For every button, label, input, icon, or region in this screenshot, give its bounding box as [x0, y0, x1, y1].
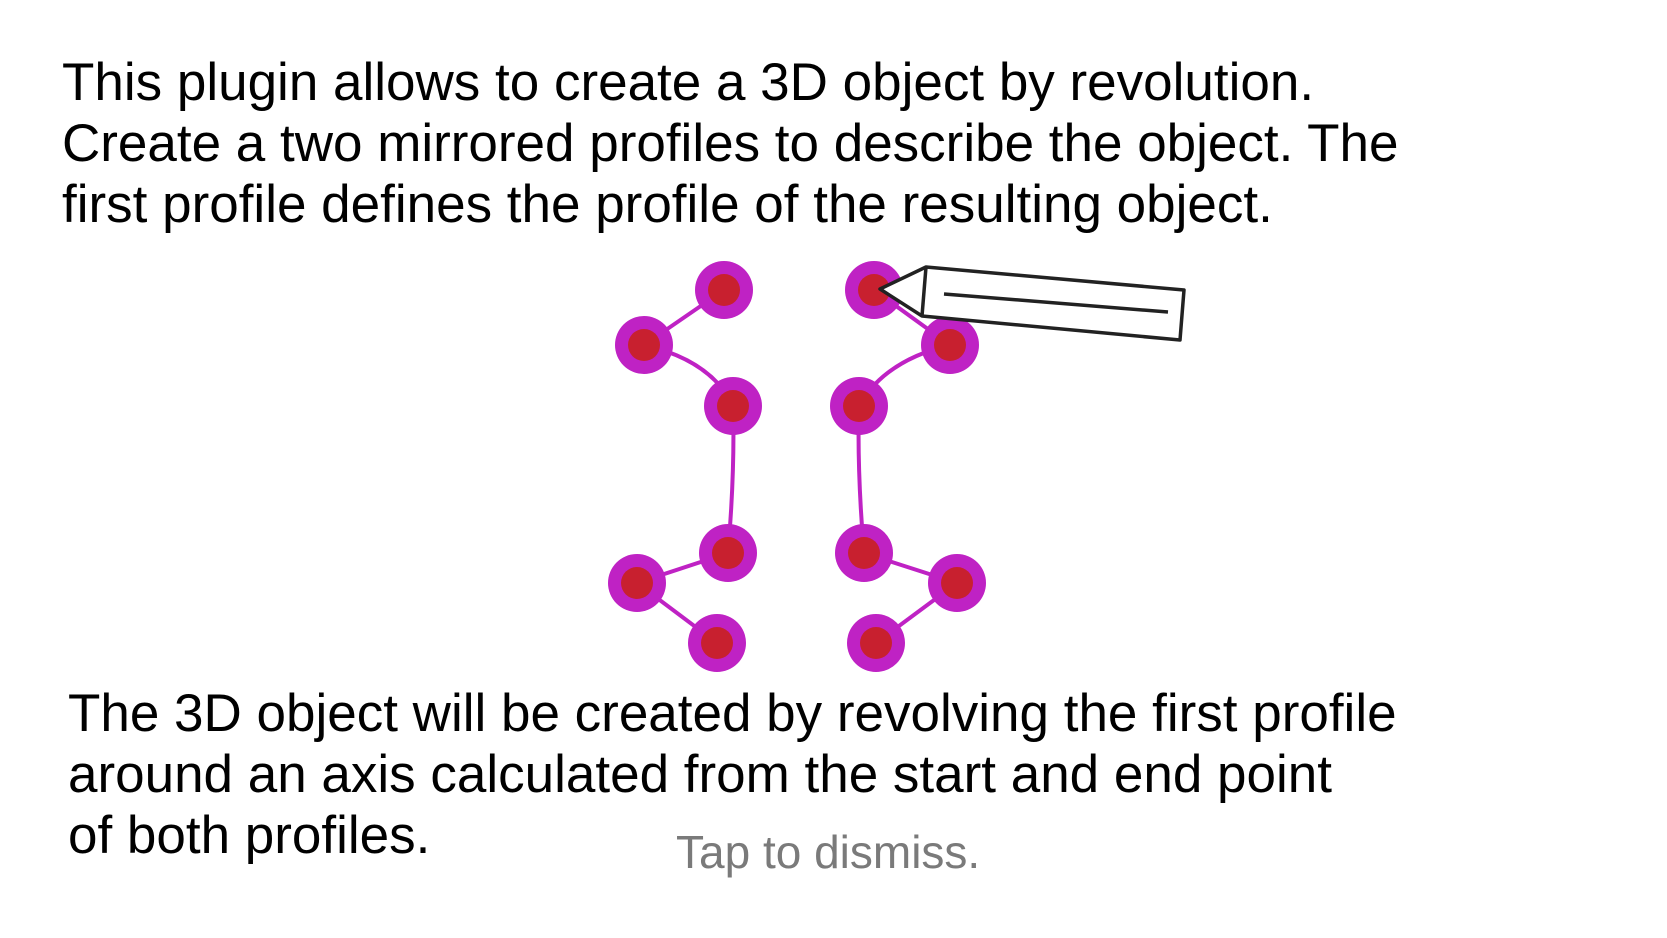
help-overlay[interactable]: This plugin allows to create a 3D object… [0, 0, 1667, 938]
right-profile-point [845, 261, 903, 319]
right-profile [830, 261, 986, 672]
left-profile-point [608, 554, 666, 612]
right-profile-point [835, 524, 893, 582]
dismiss-label[interactable]: Tap to dismiss. [676, 825, 980, 879]
left-profile-point [704, 377, 762, 435]
intro-text: This plugin allows to create a 3D object… [62, 53, 1399, 234]
right-profile-line [856, 288, 962, 645]
left-profile-point [695, 261, 753, 319]
left-profile-point [688, 614, 746, 672]
right-profile-point [830, 377, 888, 435]
right-profile-point [928, 554, 986, 612]
right-profile-point [921, 316, 979, 374]
left-profile-line [632, 288, 736, 645]
left-profile-point [615, 316, 673, 374]
left-profile-point [699, 524, 757, 582]
pencil-icon [878, 265, 1186, 342]
right-profile-point [847, 614, 905, 672]
left-profile [608, 261, 762, 672]
